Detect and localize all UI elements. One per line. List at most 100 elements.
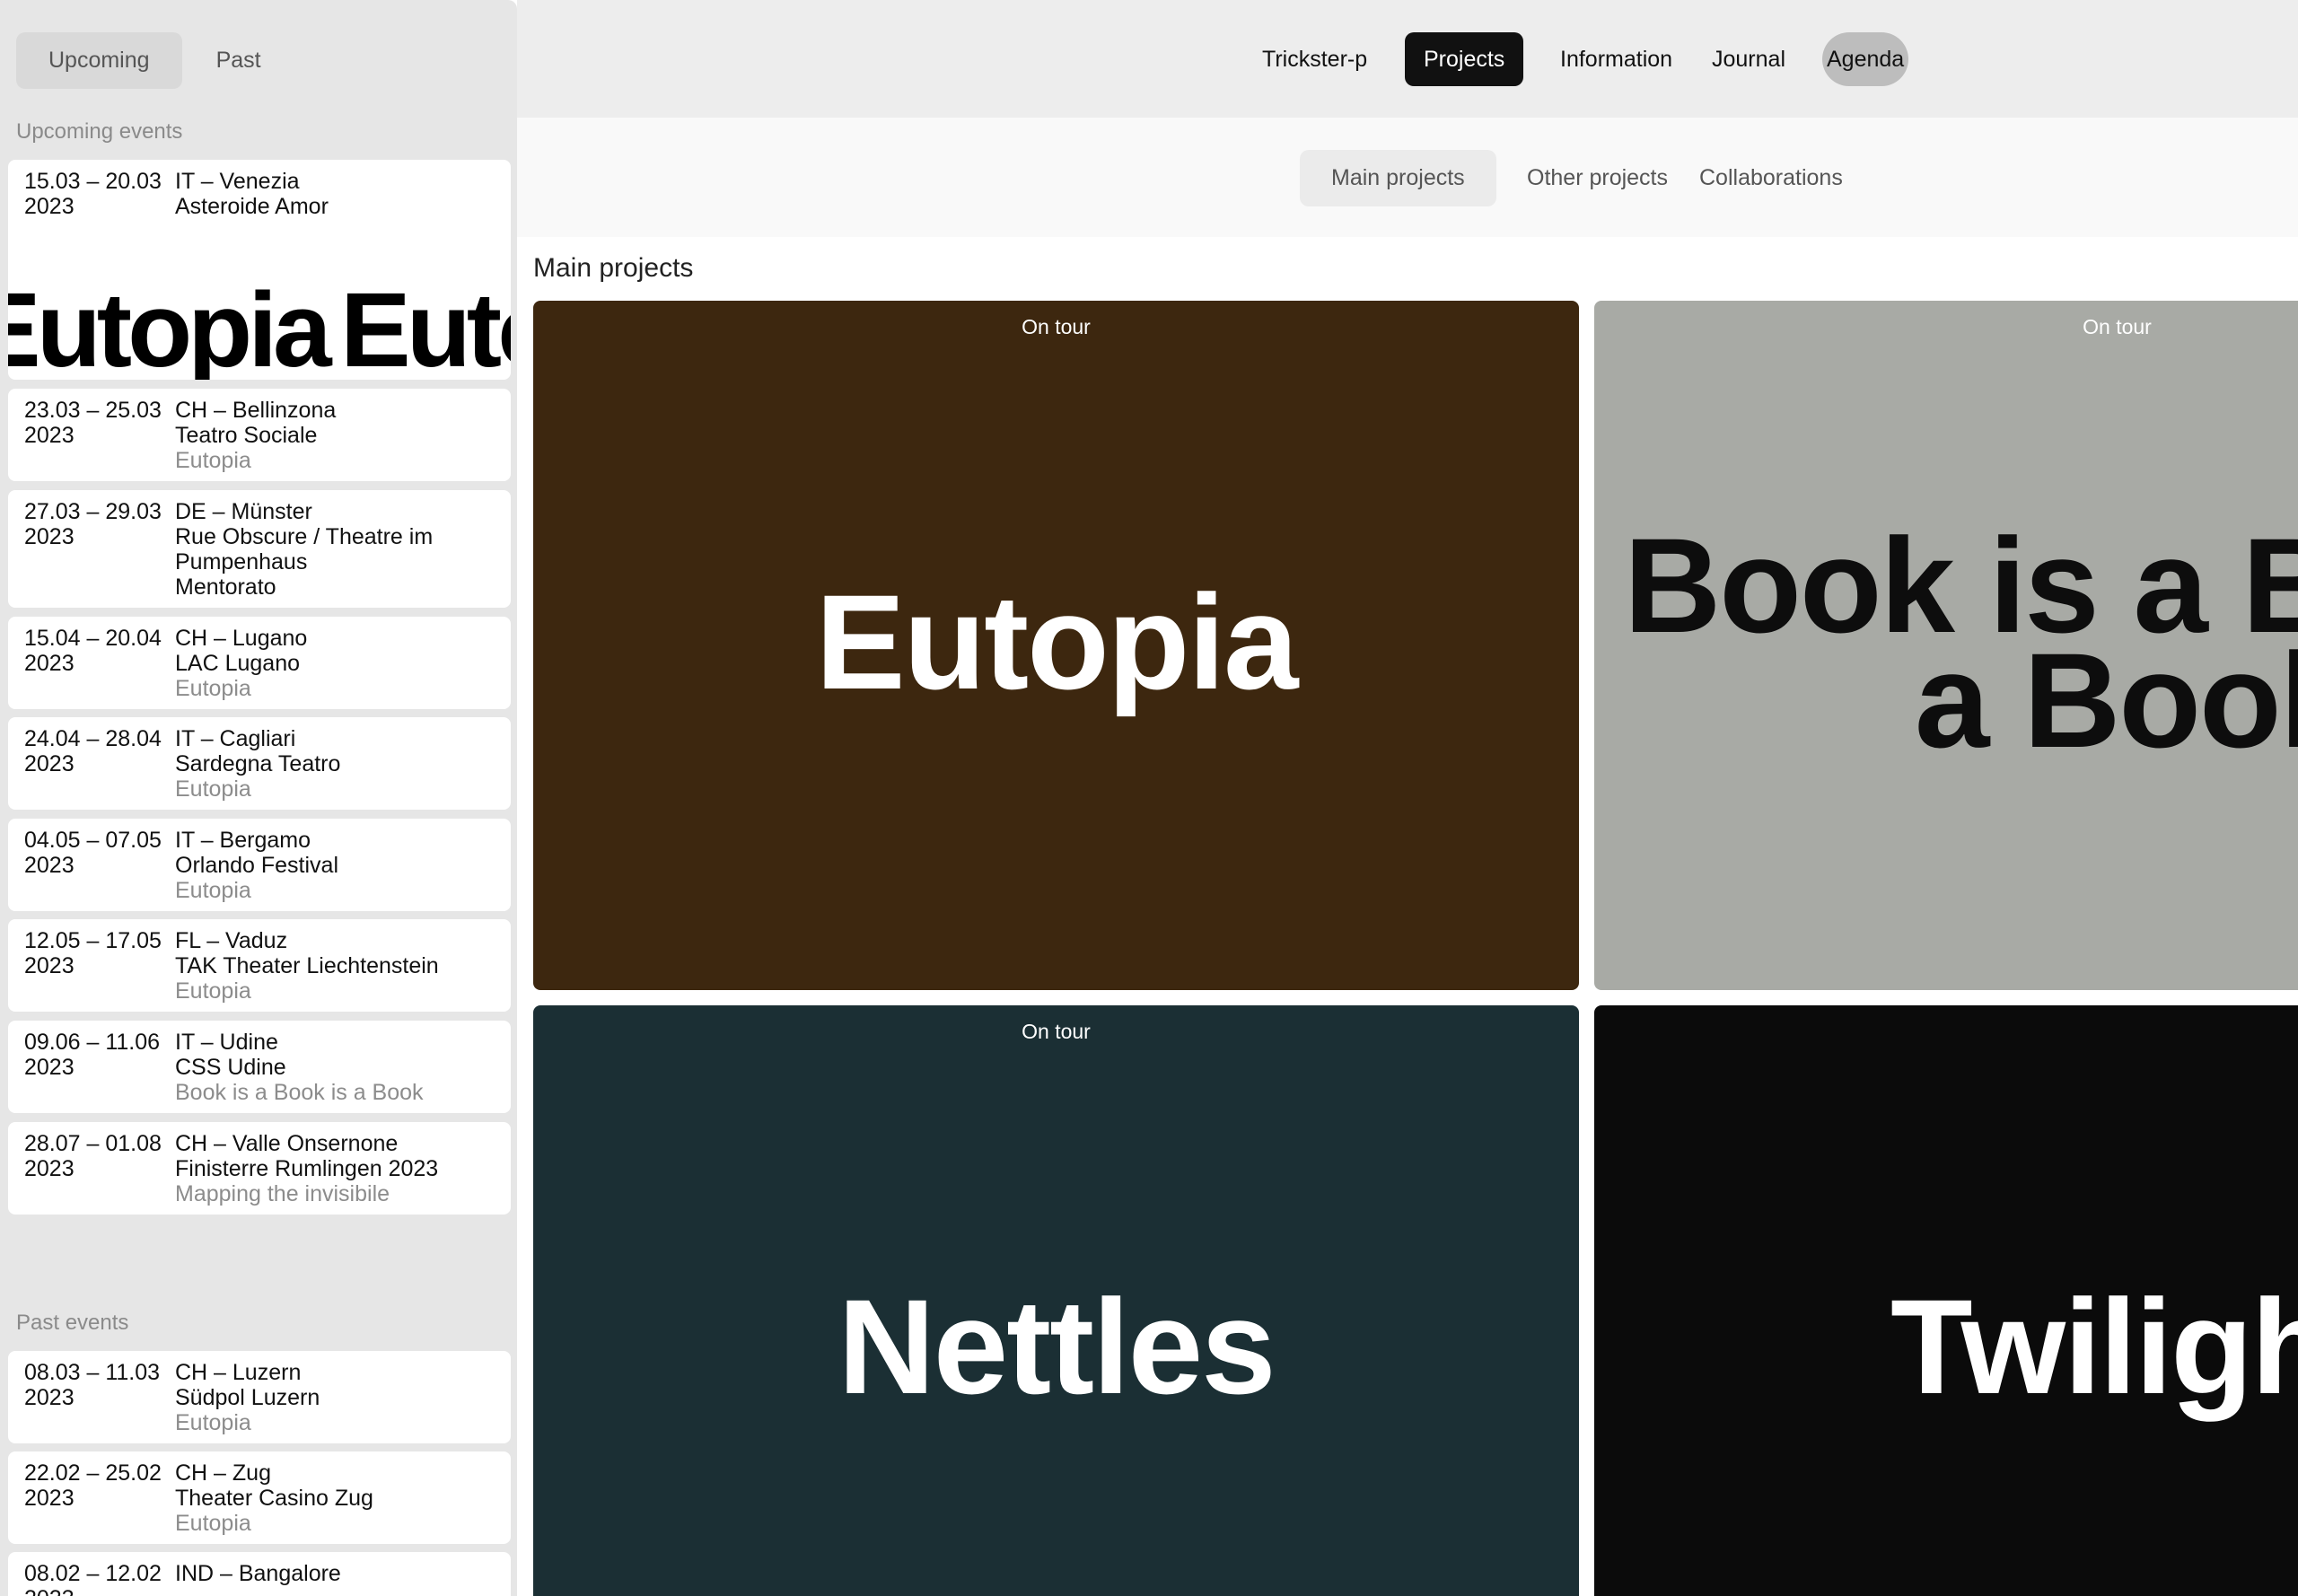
project-card-nettles[interactable]: On tour Nettles bbox=[533, 1005, 1579, 1596]
subtab-other-projects[interactable]: Other projects bbox=[1527, 150, 1668, 206]
event-date-range: 09.06 – 11.06 bbox=[24, 1030, 161, 1055]
nav-agenda[interactable]: Agenda bbox=[1822, 32, 1909, 86]
event-date: 09.06 – 11.06 2023 bbox=[24, 1030, 168, 1080]
tab-past[interactable]: Past bbox=[184, 32, 294, 89]
project-card-eutopia[interactable]: On tour Eutopia bbox=[533, 301, 1579, 990]
event-year: 2023 bbox=[24, 1156, 75, 1181]
event-venue: Rue Obscure / Theatre im Pumpenhaus bbox=[175, 524, 434, 574]
event-date-range: 08.02 – 12.02 bbox=[24, 1561, 162, 1586]
marquee-text: Eutopia bbox=[340, 281, 511, 380]
event-date: 08.02 – 12.02 2023 bbox=[24, 1561, 168, 1596]
event-date: 12.05 – 17.05 2023 bbox=[24, 928, 168, 978]
tab-upcoming[interactable]: Upcoming bbox=[16, 32, 182, 89]
agenda-sidebar: Upcoming Past Upcoming events 15.03 – 20… bbox=[0, 0, 517, 1596]
event-project: Eutopia bbox=[175, 878, 251, 903]
event-card[interactable]: 15.03 – 20.03 2023 IT – Venezia Asteroid… bbox=[8, 160, 511, 380]
nav-information[interactable]: Information bbox=[1560, 32, 1672, 86]
event-card[interactable]: 23.03 – 25.03 2023 CH – Bellinzona Teatr… bbox=[8, 389, 511, 481]
event-place: DE – Münster bbox=[175, 499, 312, 524]
event-venue: Teatro Sociale bbox=[175, 423, 318, 448]
event-place: CH – Zug bbox=[175, 1460, 271, 1486]
event-card[interactable]: 08.02 – 12.02 2023 IND – Bangalore bbox=[8, 1552, 511, 1596]
event-place: IT – Udine bbox=[175, 1030, 278, 1055]
project-card-twilight[interactable]: Twiligh bbox=[1594, 1005, 2298, 1596]
event-project: Mapping the invisibile bbox=[175, 1181, 390, 1206]
event-card[interactable]: 12.05 – 17.05 2023 FL – Vaduz TAK Theate… bbox=[8, 919, 511, 1012]
event-date-range: 08.03 – 11.03 bbox=[24, 1360, 161, 1385]
event-project: Mentorato bbox=[175, 574, 276, 600]
event-venue: Asteroide Amor bbox=[175, 194, 329, 219]
event-year: 2023 bbox=[24, 853, 75, 878]
event-place: IT – Venezia bbox=[175, 169, 300, 194]
event-place: CH – Luzern bbox=[175, 1360, 302, 1385]
event-project: Eutopia bbox=[175, 1511, 251, 1536]
event-info: IT – Bergamo Orlando Festival Eutopia bbox=[175, 828, 498, 903]
card-title-line: a Book bbox=[1915, 625, 2298, 776]
event-venue: Orlando Festival bbox=[175, 853, 339, 878]
event-year: 2023 bbox=[24, 1385, 75, 1410]
event-date-range: 24.04 – 28.04 bbox=[24, 726, 162, 751]
event-place: FL – Vaduz bbox=[175, 928, 288, 953]
event-card[interactable]: 08.03 – 11.03 2023 CH – Luzern Südpol Lu… bbox=[8, 1351, 511, 1443]
agenda-tabs: Upcoming Past bbox=[16, 32, 294, 89]
event-place: CH – Valle Onsernone bbox=[175, 1131, 399, 1156]
project-card-book[interactable]: On tour Book is a Bo a Book bbox=[1594, 301, 2298, 990]
event-card[interactable]: 27.03 – 29.03 2023 DE – Münster Rue Obsc… bbox=[8, 490, 511, 608]
event-card[interactable]: 22.02 – 25.02 2023 CH – Zug Theater Casi… bbox=[8, 1451, 511, 1544]
event-year: 2023 bbox=[24, 423, 75, 448]
event-info: CH – Luzern Südpol Luzern Eutopia bbox=[175, 1360, 498, 1435]
card-status: On tour bbox=[1022, 315, 1091, 338]
event-date-range: 28.07 – 01.08 bbox=[24, 1131, 162, 1156]
event-card[interactable]: 04.05 – 07.05 2023 IT – Bergamo Orlando … bbox=[8, 819, 511, 911]
event-date: 15.04 – 20.04 2023 bbox=[24, 626, 168, 676]
event-card[interactable]: 24.04 – 28.04 2023 IT – Cagliari Sardegn… bbox=[8, 717, 511, 810]
event-venue: Südpol Luzern bbox=[175, 1385, 320, 1410]
event-place: CH – Bellinzona bbox=[175, 398, 337, 423]
event-project: Book is a Book is a Book bbox=[175, 1080, 424, 1105]
event-venue: LAC Lugano bbox=[175, 651, 301, 676]
upcoming-events-label: Upcoming events bbox=[16, 119, 183, 144]
event-card[interactable]: 28.07 – 01.08 2023 CH – Valle Onsernone … bbox=[8, 1122, 511, 1215]
event-venue: Sardegna Teatro bbox=[175, 751, 341, 776]
event-year: 2023 bbox=[24, 1586, 168, 1596]
event-info: CH – Zug Theater Casino Zug Eutopia bbox=[175, 1460, 498, 1536]
event-date: 24.04 – 28.04 2023 bbox=[24, 726, 168, 776]
event-project: Eutopia bbox=[175, 1410, 251, 1435]
event-venue: Theater Casino Zug bbox=[175, 1486, 373, 1511]
event-info: IND – Bangalore bbox=[175, 1561, 498, 1586]
nav-journal[interactable]: Journal bbox=[1712, 32, 1785, 86]
card-title: Twiligh bbox=[1890, 1271, 2298, 1422]
event-date-range: 04.05 – 07.05 bbox=[24, 828, 162, 853]
event-date-range: 12.05 – 17.05 bbox=[24, 928, 162, 953]
event-year: 2023 bbox=[24, 751, 75, 776]
event-venue: TAK Theater Liechtenstein bbox=[175, 953, 439, 978]
event-year: 2023 bbox=[24, 651, 75, 676]
event-info: FL – Vaduz TAK Theater Liechtenstein Eut… bbox=[175, 928, 498, 1004]
card-title: Eutopia bbox=[815, 566, 1299, 717]
event-year: 2023 bbox=[24, 953, 75, 978]
event-card[interactable]: 09.06 – 11.06 2023 IT – Udine CSS Udine … bbox=[8, 1021, 511, 1113]
event-venue: CSS Udine bbox=[175, 1055, 286, 1080]
event-year: 2023 bbox=[24, 1055, 75, 1080]
event-date: 23.03 – 25.03 2023 bbox=[24, 398, 168, 448]
event-date: 28.07 – 01.08 2023 bbox=[24, 1131, 168, 1181]
event-info: DE – Münster Rue Obscure / Theatre im Pu… bbox=[175, 499, 498, 600]
event-venue: Finisterre Rumlingen 2023 bbox=[175, 1156, 439, 1181]
subtab-collaborations[interactable]: Collaborations bbox=[1699, 150, 1843, 206]
event-info: IT – Venezia Asteroide Amor bbox=[175, 169, 498, 219]
marquee-text: Eutopia bbox=[8, 281, 332, 380]
event-marquee: Eutopia Eutopia bbox=[8, 281, 511, 380]
event-date: 15.03 – 20.03 2023 bbox=[24, 169, 168, 219]
subtab-main-projects[interactable]: Main projects bbox=[1300, 150, 1496, 206]
event-date-range: 15.03 – 20.03 bbox=[24, 169, 162, 194]
card-title: Nettles bbox=[838, 1271, 1276, 1422]
event-place: IT – Bergamo bbox=[175, 828, 311, 853]
event-card[interactable]: 15.04 – 20.04 2023 CH – Lugano LAC Lugan… bbox=[8, 617, 511, 709]
top-navigation: Trickster-p Projects Information Journal… bbox=[517, 0, 2298, 118]
project-category-nav: Main projects Other projects Collaborati… bbox=[517, 118, 2298, 237]
event-year: 2023 bbox=[24, 194, 75, 219]
event-info: IT – Udine CSS Udine Book is a Book is a… bbox=[175, 1030, 498, 1105]
nav-projects[interactable]: Projects bbox=[1405, 32, 1524, 86]
event-project: Eutopia bbox=[175, 776, 251, 802]
nav-brand-link[interactable]: Trickster-p bbox=[1262, 32, 1367, 86]
